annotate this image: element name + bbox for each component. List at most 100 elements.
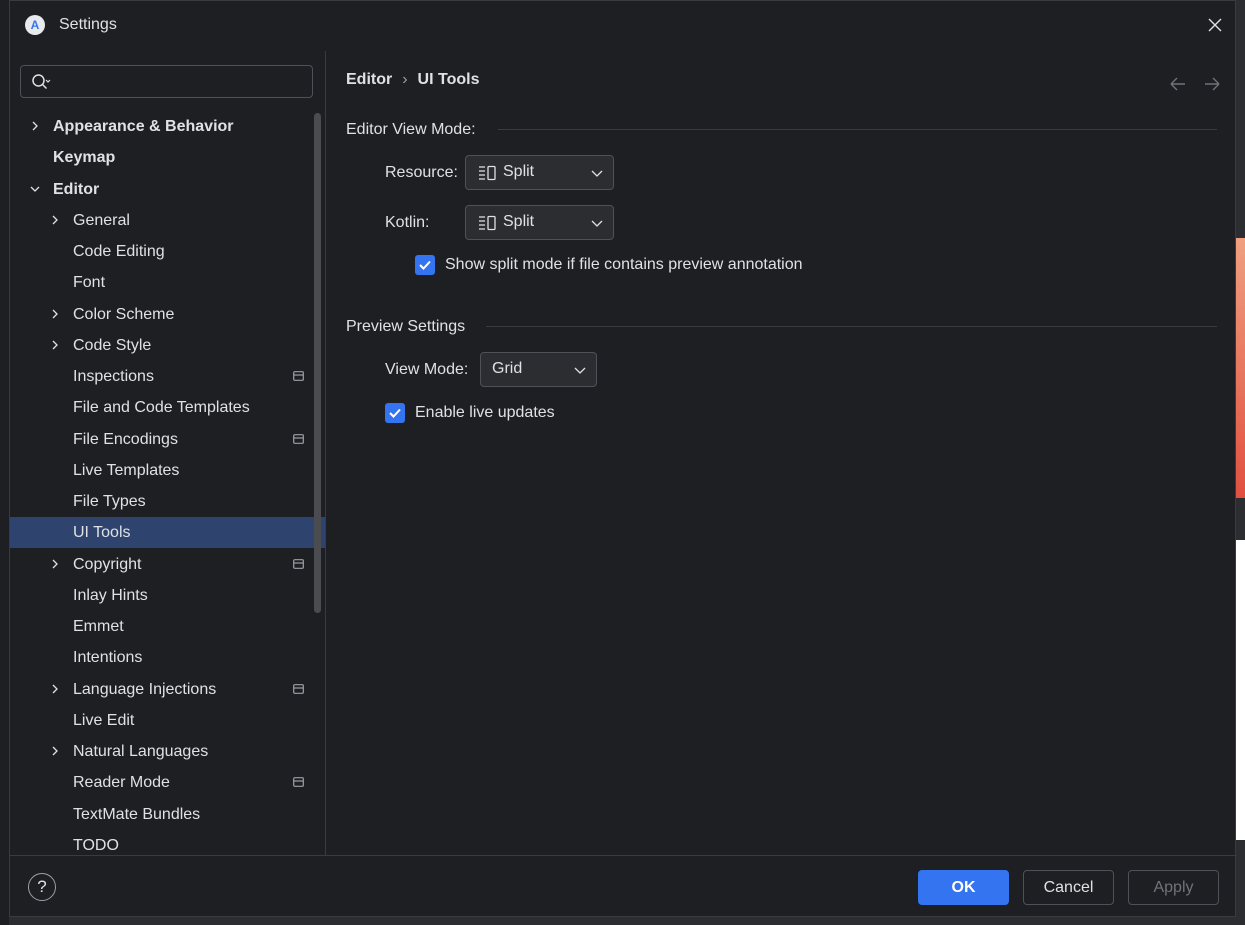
search-input[interactable]: [57, 70, 301, 94]
sidebar-item-label: TODO: [73, 837, 119, 854]
apply-button[interactable]: Apply: [1128, 870, 1219, 905]
sidebar-item-live-templates[interactable]: Live Templates: [10, 455, 325, 486]
chevron-down-icon: [574, 367, 586, 374]
sidebar-item-label: UI Tools: [73, 524, 131, 541]
project-level-icon: [293, 559, 304, 569]
sidebar-item-label: File and Code Templates: [73, 399, 250, 416]
chevron-right-icon[interactable]: [49, 745, 61, 757]
ok-button[interactable]: OK: [918, 870, 1009, 905]
kotlin-label: Kotlin:: [385, 214, 430, 231]
sidebar-item-label: Inspections: [73, 368, 154, 385]
settings-content: Editor › UI Tools Editor View Mode: Resour…: [326, 51, 1237, 855]
sidebar-item-label: Reader Mode: [73, 774, 170, 791]
sidebar-item-color-scheme[interactable]: Color Scheme: [10, 299, 325, 330]
sidebar-item-editor[interactable]: Editor: [10, 174, 325, 205]
sidebar-item-inlay-hints[interactable]: Inlay Hints: [10, 580, 325, 611]
breadcrumb-separator: ›: [402, 71, 408, 88]
help-button[interactable]: ?: [28, 873, 56, 901]
settings-dialog: A Settings Appearance & Behavior Keymap Ed…: [9, 0, 1237, 917]
editor-view-mode-title: Editor View Mode:: [346, 121, 476, 138]
split-mode-checkbox[interactable]: [415, 255, 435, 275]
back-arrow-icon[interactable]: [1170, 77, 1185, 91]
sidebar-item-file-encodings[interactable]: File Encodings: [10, 424, 325, 455]
close-button[interactable]: [1205, 15, 1225, 35]
sidebar-item-label: Natural Languages: [73, 743, 209, 760]
resource-view-mode-value: Split: [503, 163, 535, 180]
project-level-icon: [293, 434, 304, 444]
split-mode-icon: [479, 215, 496, 231]
sidebar-item-copyright[interactable]: Copyright: [10, 549, 325, 580]
forward-arrow-icon[interactable]: [1205, 77, 1220, 91]
sidebar-item-intentions[interactable]: Intentions: [10, 642, 325, 673]
breadcrumb-parent[interactable]: Editor: [346, 71, 392, 88]
sidebar-item-natural-languages[interactable]: Natural Languages: [10, 736, 325, 767]
sidebar-item-label: Appearance & Behavior: [53, 118, 234, 135]
sidebar-item-font[interactable]: Font: [10, 267, 325, 298]
sidebar-item-keymap[interactable]: Keymap: [10, 142, 325, 173]
live-updates-checkbox[interactable]: [385, 403, 405, 423]
resource-label: Resource:: [385, 164, 458, 181]
chevron-right-icon[interactable]: [49, 308, 61, 320]
title-bar: A Settings: [10, 1, 1235, 51]
chevron-right-icon[interactable]: [49, 339, 61, 351]
breadcrumb: Editor › UI Tools: [346, 71, 479, 89]
view-mode-label: View Mode:: [385, 361, 469, 378]
project-level-icon: [293, 684, 304, 694]
search-icon: [32, 74, 51, 90]
sidebar-item-file-and-code-templates[interactable]: File and Code Templates: [10, 392, 325, 423]
split-mode-icon: [479, 165, 496, 181]
resource-view-mode-dropdown[interactable]: Split: [465, 155, 614, 190]
sidebar-item-label: File Types: [73, 493, 146, 510]
sidebar-item-emmet[interactable]: Emmet: [10, 611, 325, 642]
live-updates-checkbox-label[interactable]: Enable live updates: [415, 404, 555, 422]
chevron-right-icon[interactable]: [49, 683, 61, 695]
kotlin-view-mode-dropdown[interactable]: Split: [465, 205, 614, 240]
project-level-icon: [293, 371, 304, 381]
chevron-right-icon[interactable]: [49, 558, 61, 570]
chevron-right-icon[interactable]: [29, 120, 41, 132]
sidebar-item-live-edit[interactable]: Live Edit: [10, 705, 325, 736]
chevron-down-icon[interactable]: [29, 183, 41, 195]
preview-settings-title: Preview Settings: [346, 318, 466, 335]
split-mode-checkbox-label[interactable]: Show split mode if file contains preview…: [445, 256, 803, 274]
sidebar-item-appearance-behavior[interactable]: Appearance & Behavior: [10, 111, 325, 142]
settings-sidebar: Appearance & Behavior Keymap Editor General…: [10, 51, 326, 855]
sidebar-item-ui-tools[interactable]: UI Tools: [10, 517, 325, 548]
chevron-right-icon[interactable]: [49, 214, 61, 226]
sidebar-item-label: File Encodings: [73, 431, 178, 448]
background-white-panel: [1236, 540, 1245, 840]
sidebar-item-reader-mode[interactable]: Reader Mode: [10, 767, 325, 798]
sidebar-item-todo[interactable]: TODO: [10, 830, 325, 855]
sidebar-item-label: Editor: [53, 181, 100, 198]
view-mode-value: Grid: [492, 360, 523, 377]
sidebar-item-inspections[interactable]: Inspections: [10, 361, 325, 392]
section-divider: [498, 129, 1217, 130]
sidebar-item-label: Code Style: [73, 337, 152, 354]
background-ide-strip-left: [0, 0, 9, 925]
settings-search[interactable]: [20, 65, 313, 98]
breadcrumb-current: UI Tools: [417, 71, 480, 88]
sidebar-item-label: Color Scheme: [73, 306, 175, 323]
sidebar-item-label: Intentions: [73, 649, 143, 666]
kotlin-view-mode-value: Split: [503, 213, 535, 230]
sidebar-item-label: Emmet: [73, 618, 124, 635]
cancel-button[interactable]: Cancel: [1023, 870, 1114, 905]
sidebar-item-code-style[interactable]: Code Style: [10, 330, 325, 361]
view-mode-dropdown[interactable]: Grid: [480, 352, 597, 387]
background-preview-gradient: [1236, 238, 1245, 498]
sidebar-item-label: Inlay Hints: [73, 587, 148, 604]
sidebar-scrollbar[interactable]: [314, 113, 321, 613]
sidebar-item-label: Live Edit: [73, 712, 135, 729]
project-level-icon: [293, 777, 304, 787]
checkmark-icon: [419, 260, 431, 270]
sidebar-item-code-editing[interactable]: Code Editing: [10, 236, 325, 267]
sidebar-item-language-injections[interactable]: Language Injections: [10, 674, 325, 705]
section-divider: [486, 326, 1217, 327]
sidebar-item-label: Keymap: [53, 149, 116, 166]
window-title: Settings: [59, 16, 117, 33]
sidebar-item-file-types[interactable]: File Types: [10, 486, 325, 517]
sidebar-item-general[interactable]: General: [10, 205, 325, 236]
sidebar-item-textmate-bundles[interactable]: TextMate Bundles: [10, 799, 325, 830]
sidebar-item-label: Copyright: [73, 556, 142, 573]
checkmark-icon: [389, 408, 401, 418]
